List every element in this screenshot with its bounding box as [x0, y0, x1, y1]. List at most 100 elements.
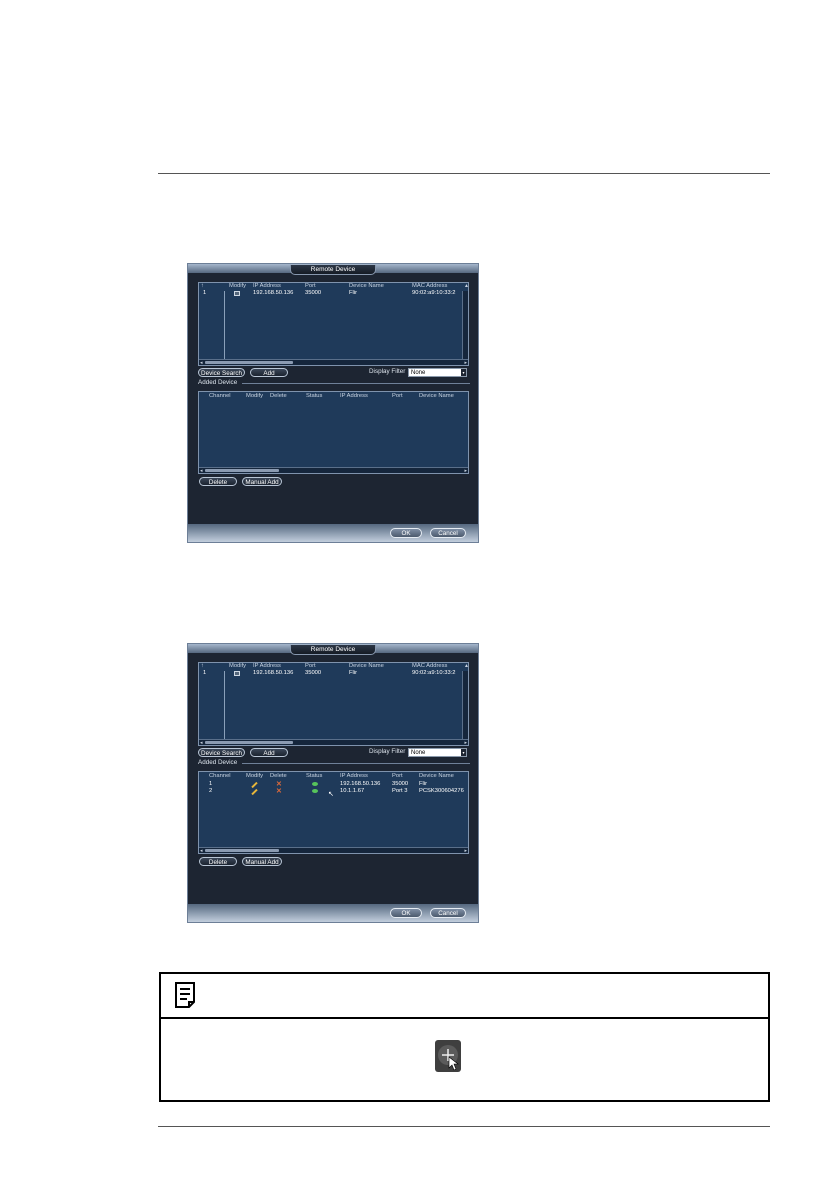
added-col-header[interactable]: Port — [392, 393, 403, 399]
manual-add-button[interactable]: Manual Add — [242, 477, 282, 486]
ok-button[interactable]: OK — [390, 908, 422, 918]
scroll-thumb[interactable] — [205, 849, 279, 852]
display-filter-value: None — [411, 370, 426, 376]
search-results-table: ↑ Modify IP Address Port Device Name MAC Addr… — [198, 282, 469, 366]
added-col-header[interactable]: Modify — [246, 393, 263, 399]
added-col-header[interactable]: Port — [392, 773, 403, 779]
added-row-ip: 192.168.50.136 — [340, 781, 381, 787]
horizontal-scrollbar[interactable]: ◂ ▸ — [199, 847, 468, 854]
device-search-button[interactable]: Device Search — [198, 368, 245, 377]
remote-device-window-added: Remote Device ↑ Modify IP Address Port Device… — [187, 643, 479, 923]
vertical-scrollbar[interactable]: ▲ — [462, 283, 469, 359]
delete-button[interactable]: Delete — [199, 857, 237, 866]
scroll-right-icon[interactable]: ▸ — [464, 740, 467, 746]
search-row-mac: 90:02:a9:10:33:2 — [412, 670, 456, 676]
column-divider — [224, 671, 225, 739]
pencil-icon[interactable] — [251, 788, 258, 796]
vertical-scrollbar[interactable]: ▲ — [462, 663, 469, 739]
added-row-ip: 10.1.1.67 — [340, 788, 365, 794]
scroll-left-icon[interactable]: ◂ — [200, 360, 203, 366]
delete-button[interactable]: Delete — [199, 477, 237, 486]
bottom-rule — [158, 1126, 770, 1127]
plus-cursor-icon — [435, 1040, 461, 1072]
device-search-button[interactable]: Device Search — [198, 748, 245, 757]
added-col-header[interactable]: Channel — [209, 393, 231, 399]
scroll-thumb[interactable] — [205, 469, 279, 472]
scroll-up-icon[interactable]: ▲ — [464, 283, 469, 289]
pencil-icon[interactable] — [251, 781, 258, 789]
add-button[interactable]: Add — [250, 368, 288, 377]
add-button[interactable]: Add — [250, 748, 288, 757]
search-col-header[interactable]: MAC Address — [412, 283, 447, 289]
added-device-label: Added Device — [198, 379, 238, 386]
cancel-button[interactable]: Cancel — [430, 908, 466, 918]
display-filter-label: Display Filter — [369, 368, 406, 375]
added-col-header[interactable]: Status — [306, 393, 322, 399]
cancel-button[interactable]: Cancel — [430, 528, 466, 538]
status-dot-icon — [312, 789, 318, 793]
search-col-header[interactable]: Modify — [229, 663, 246, 669]
added-row-channel: 1 — [209, 781, 213, 787]
horizontal-scrollbar[interactable]: ◂ ▸ — [199, 739, 468, 746]
search-col-header[interactable]: Device Name — [349, 663, 384, 669]
note-box — [159, 972, 770, 1102]
display-filter-select[interactable]: None ▾ — [408, 368, 467, 377]
modify-icon[interactable] — [234, 671, 240, 676]
manual-add-button[interactable]: Manual Add — [242, 857, 282, 866]
scroll-right-icon[interactable]: ▸ — [464, 360, 467, 366]
x-icon[interactable]: ✕ — [276, 788, 282, 795]
horizontal-scrollbar[interactable]: ◂ ▸ — [199, 467, 468, 474]
added-col-header[interactable]: IP Address — [340, 773, 368, 779]
horizontal-scrollbar[interactable]: ◂ ▸ — [199, 359, 468, 366]
added-col-header[interactable]: Device Name — [419, 773, 454, 779]
chevron-down-icon[interactable]: ▾ — [461, 369, 466, 376]
added-row-name: PCSK300604276 — [419, 788, 464, 794]
window-title: Remote Device — [290, 645, 376, 655]
scroll-left-icon[interactable]: ◂ — [200, 848, 203, 854]
search-col-header[interactable]: Modify — [229, 283, 246, 289]
added-col-header[interactable]: Device Name — [419, 393, 454, 399]
added-col-header[interactable]: Channel — [209, 773, 231, 779]
search-row-port: 35000 — [305, 670, 322, 676]
search-col-header[interactable]: MAC Address — [412, 663, 447, 669]
scroll-right-icon[interactable]: ▸ — [464, 848, 467, 854]
scroll-thumb[interactable] — [205, 741, 293, 744]
search-results-table: ↑ Modify IP Address Port Device Name MAC Addr… — [198, 662, 469, 746]
search-row-name: Flir — [349, 290, 358, 296]
modify-icon[interactable] — [234, 291, 240, 296]
search-col-header[interactable]: IP Address — [253, 663, 281, 669]
added-col-header[interactable]: Modify — [246, 773, 263, 779]
display-filter-value: None — [411, 750, 426, 756]
chevron-down-icon[interactable]: ▾ — [461, 749, 466, 756]
scroll-left-icon[interactable]: ◂ — [200, 468, 203, 474]
scroll-right-icon[interactable]: ▸ — [464, 468, 467, 474]
sort-arrow-header[interactable]: ↑ — [201, 283, 204, 289]
note-divider — [161, 1017, 768, 1019]
scroll-left-icon[interactable]: ◂ — [200, 740, 203, 746]
search-col-header[interactable]: IP Address — [253, 283, 281, 289]
search-row-index: 1 — [203, 670, 207, 676]
display-filter-select[interactable]: None ▾ — [408, 748, 467, 757]
search-row-name: Flir — [349, 670, 358, 676]
scroll-thumb[interactable] — [205, 361, 293, 364]
added-col-header[interactable]: Delete — [270, 393, 287, 399]
section-divider — [242, 763, 470, 764]
display-filter-label: Display Filter — [369, 748, 406, 755]
search-row-ip: 192.168.50.136 — [253, 670, 294, 676]
window-title: Remote Device — [290, 265, 376, 275]
added-row-channel: 2 — [209, 788, 213, 794]
added-col-header[interactable]: Delete — [270, 773, 287, 779]
search-col-header[interactable]: Port — [305, 663, 316, 669]
top-rule — [158, 173, 770, 174]
search-row-mac: 90:02:a9:10:33:2 — [412, 290, 456, 296]
added-device-label: Added Device — [198, 759, 238, 766]
scroll-up-icon[interactable]: ▲ — [464, 663, 469, 669]
search-col-header[interactable]: Port — [305, 283, 316, 289]
added-row-port: 35000 — [392, 781, 409, 787]
sort-arrow-header[interactable]: ↑ — [201, 663, 204, 669]
x-icon[interactable]: ✕ — [276, 781, 282, 788]
added-col-header[interactable]: Status — [306, 773, 322, 779]
added-col-header[interactable]: IP Address — [340, 393, 368, 399]
search-col-header[interactable]: Device Name — [349, 283, 384, 289]
ok-button[interactable]: OK — [390, 528, 422, 538]
